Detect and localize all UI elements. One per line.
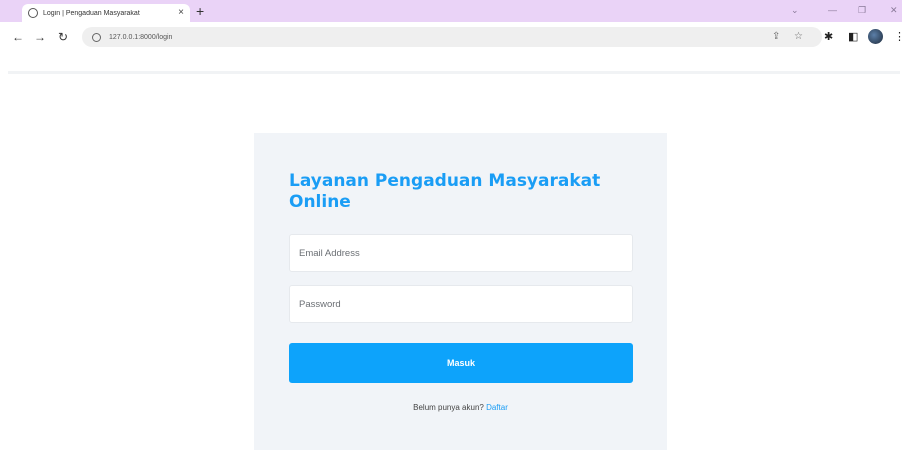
login-button[interactable]: Masuk xyxy=(289,343,633,383)
minimize-icon[interactable]: — xyxy=(828,4,837,16)
forward-arrow-icon[interactable]: → xyxy=(34,30,46,44)
email-field[interactable] xyxy=(289,234,633,272)
globe-icon xyxy=(28,8,38,18)
profile-avatar[interactable] xyxy=(868,29,883,44)
new-tab-icon[interactable]: + xyxy=(196,3,204,19)
side-panel-icon[interactable]: ◧ xyxy=(848,30,858,44)
back-arrow-icon[interactable]: ← xyxy=(12,30,24,44)
bookmark-star-icon[interactable]: ☆ xyxy=(794,30,803,44)
page-divider xyxy=(8,71,900,74)
close-window-icon[interactable]: ✕ xyxy=(890,4,898,16)
login-title: Layanan Pengaduan Masyarakat Online xyxy=(289,171,601,212)
register-link[interactable]: Daftar xyxy=(486,403,508,412)
site-info-icon[interactable] xyxy=(92,32,101,42)
url-text: 127.0.0.1:8000/login xyxy=(109,33,173,41)
register-prompt-text: Belum punya akun? xyxy=(413,403,484,412)
browser-menu-icon[interactable]: ⋮ xyxy=(894,30,902,44)
password-field[interactable] xyxy=(289,285,633,323)
tab-search-icon[interactable]: ⌄ xyxy=(791,4,799,16)
register-prompt: Belum punya akun? Daftar xyxy=(254,403,667,412)
tab-title: Login | Pengaduan Masyarakat xyxy=(43,9,140,17)
login-card: Layanan Pengaduan Masyarakat Online Masu… xyxy=(254,133,667,450)
restore-icon[interactable]: ❐ xyxy=(858,4,866,16)
browser-toolbar: ← → ↻ 127.0.0.1:8000/login ⇪ ☆ ✱ ◧ ⋮ xyxy=(0,22,902,52)
address-bar[interactable]: 127.0.0.1:8000/login ⇪ ☆ xyxy=(82,27,822,47)
extensions-puzzle-icon[interactable]: ✱ xyxy=(824,30,833,44)
browser-tabstrip: Login | Pengaduan Masyarakat × + ⌄ — ❐ ✕ xyxy=(0,0,902,22)
reload-icon[interactable]: ↻ xyxy=(58,30,68,44)
share-icon[interactable]: ⇪ xyxy=(772,30,780,44)
tab-close-icon[interactable]: × xyxy=(178,8,184,18)
browser-tab[interactable]: Login | Pengaduan Masyarakat × xyxy=(22,4,190,22)
